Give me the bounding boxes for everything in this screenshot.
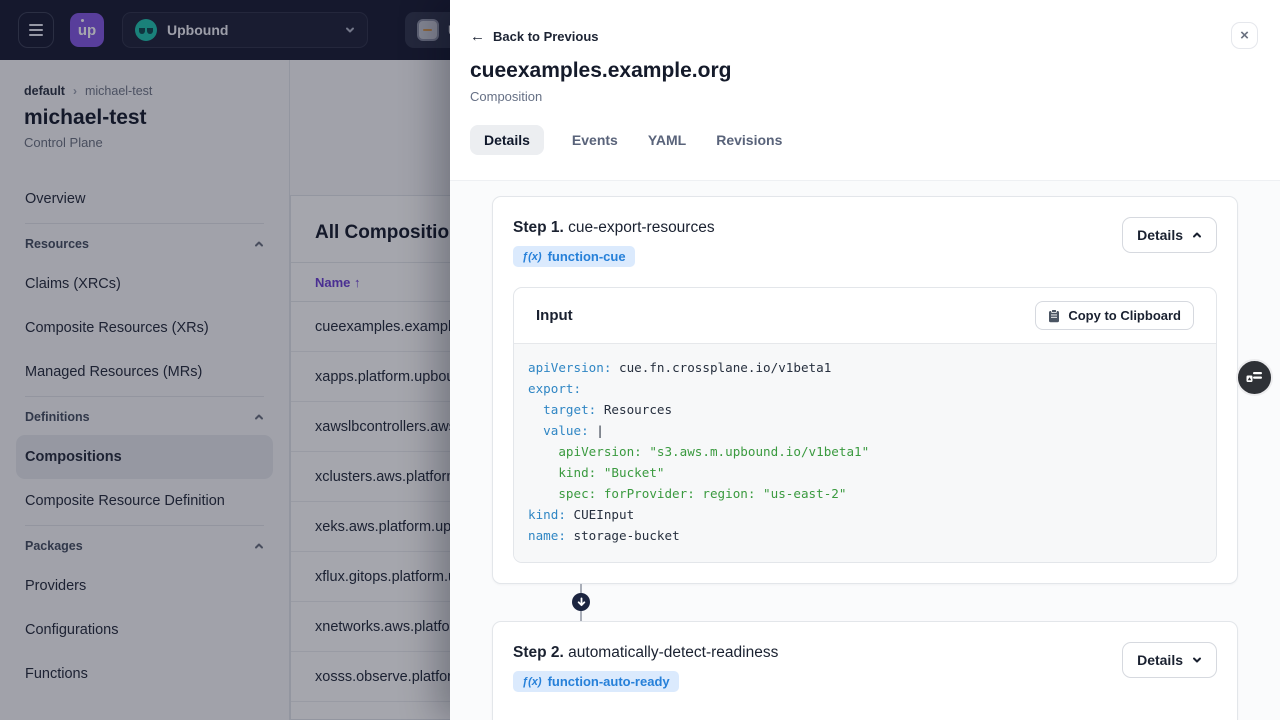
- clipboard-icon: [1049, 308, 1060, 322]
- back-arrow-icon: ←: [470, 28, 485, 45]
- tab-revisions[interactable]: Revisions: [714, 125, 784, 155]
- step-2-badge-label: function-auto-ready: [547, 674, 670, 689]
- step-1-card: Step 1. cue-export-resources ƒ(x) functi…: [492, 196, 1238, 584]
- panel-header: ← Back to Previous cueexamples.example.o…: [450, 0, 1280, 155]
- close-icon: ×: [1240, 27, 1249, 44]
- tab-events[interactable]: Events: [570, 125, 620, 155]
- tab-yaml[interactable]: YAML: [646, 125, 688, 155]
- step-1-details-button[interactable]: Details: [1122, 217, 1217, 253]
- panel-title: cueexamples.example.org: [470, 59, 732, 82]
- panel-tabs: Details Events YAML Revisions: [470, 125, 1260, 155]
- copy-to-clipboard-button[interactable]: Copy to Clipboard: [1035, 301, 1194, 330]
- step-2-name: automatically-detect-readiness: [568, 644, 779, 661]
- yaml-code-block[interactable]: apiVersion: cue.fn.crossplane.io/v1beta1…: [528, 357, 1202, 546]
- panel-content: Step 1. cue-export-resources ƒ(x) functi…: [450, 180, 1280, 720]
- input-section-heading: Input: [536, 307, 573, 324]
- step-2-label: Step 2.: [513, 644, 564, 661]
- step-1-function-badge[interactable]: ƒ(x) function-cue: [513, 246, 635, 267]
- step-2-title: Step 2. automatically-detect-readiness: [513, 642, 778, 662]
- function-icon: ƒ(x): [522, 250, 542, 263]
- panel-subtitle: Composition: [470, 89, 543, 104]
- step-1-badge-label: function-cue: [547, 249, 626, 264]
- feedback-widget-button[interactable]: [1236, 359, 1273, 396]
- close-panel-button[interactable]: ×: [1231, 22, 1258, 49]
- step-1-name: cue-export-resources: [568, 219, 715, 236]
- composition-detail-panel: × ← Back to Previous cueexamples.example…: [450, 0, 1280, 720]
- input-card: Input Copy to Clipboard apiVersion: cue.…: [513, 287, 1217, 563]
- copy-button-label: Copy to Clipboard: [1068, 308, 1181, 323]
- app-root: up Upbound U default › michael-test mich…: [0, 0, 1280, 720]
- back-link-label: Back to Previous: [493, 29, 599, 44]
- step-2-details-button[interactable]: Details: [1122, 642, 1217, 678]
- back-to-previous-link[interactable]: ← Back to Previous: [470, 29, 599, 44]
- function-icon: ƒ(x): [522, 675, 542, 688]
- arrow-down-node-icon: [572, 593, 590, 611]
- chevron-up-icon: [1193, 232, 1201, 238]
- step-1-title: Step 1. cue-export-resources: [513, 217, 715, 237]
- feedback-widget-icon: [1246, 372, 1262, 382]
- step-2-card: Step 2. automatically-detect-readiness ƒ…: [492, 621, 1238, 720]
- tab-details[interactable]: Details: [470, 125, 544, 155]
- code-area: apiVersion: cue.fn.crossplane.io/v1beta1…: [514, 343, 1216, 562]
- chevron-down-icon: [1193, 657, 1201, 663]
- step-1-label: Step 1.: [513, 219, 564, 236]
- pipeline-connector: [492, 584, 1238, 621]
- step-2-function-badge[interactable]: ƒ(x) function-auto-ready: [513, 671, 679, 692]
